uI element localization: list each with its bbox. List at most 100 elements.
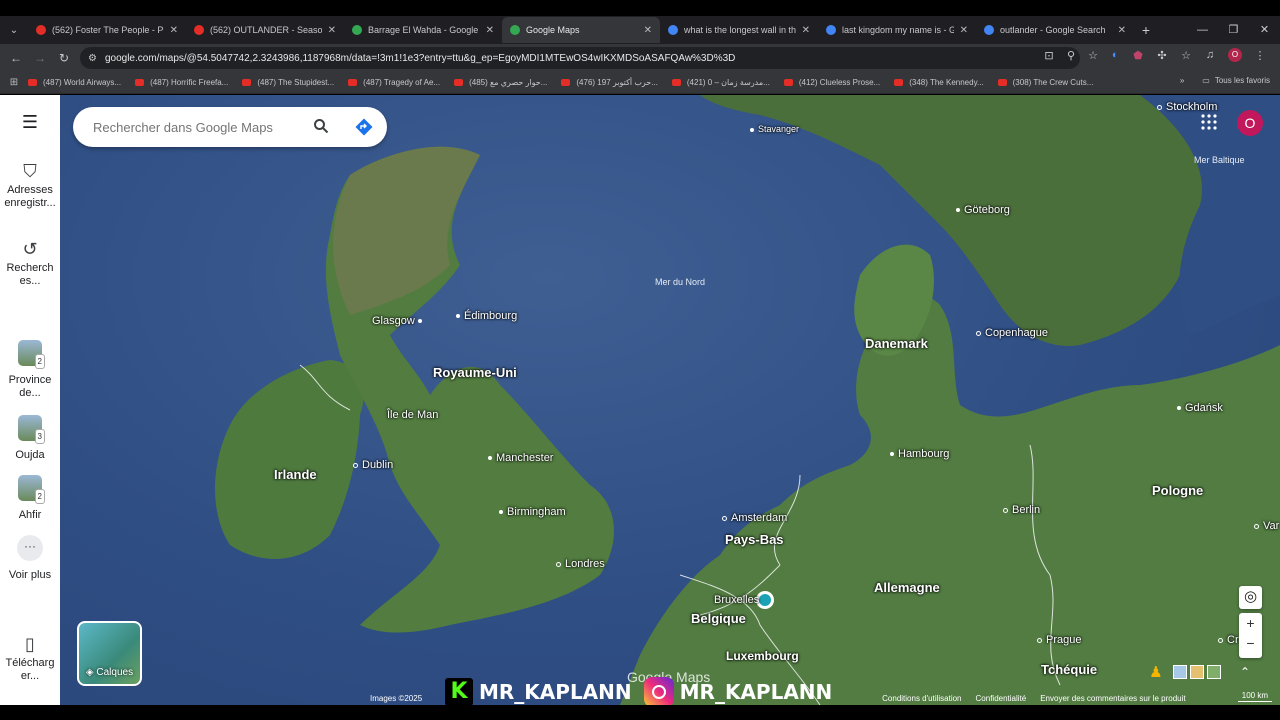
extension-icon[interactable]: ◖ — [1102, 49, 1126, 61]
forward-icon[interactable]: → — [28, 51, 52, 65]
map-label-goteborg[interactable]: Göteborg — [956, 204, 1010, 216]
close-icon[interactable]: ✕ — [644, 25, 652, 36]
back-icon[interactable]: ← — [4, 51, 28, 65]
shield-extension-icon[interactable]: ⬟ — [1126, 49, 1150, 62]
map-label-tcheque[interactable]: Tchéquie — [1041, 662, 1097, 677]
install-app-icon[interactable]: ⊡ — [1038, 49, 1060, 62]
close-icon[interactable]: ✕ — [802, 25, 810, 36]
tab-google-maps[interactable]: Google Maps ✕ — [502, 17, 660, 43]
map-label-berlin[interactable]: Berlin — [1003, 504, 1040, 516]
close-icon[interactable]: ✕ — [1118, 25, 1126, 36]
close-icon[interactable]: ✕ — [960, 25, 968, 36]
map-label-amsterdam[interactable]: Amsterdam — [722, 512, 787, 524]
my-location-icon[interactable]: ◎ — [1239, 586, 1262, 609]
map-label-cracovie[interactable]: Cr — [1218, 634, 1239, 646]
map-label-danemark[interactable]: Danemark — [865, 336, 928, 351]
tab-outlander-search[interactable]: outlander - Google Search ✕ — [976, 17, 1134, 43]
recent-place-ahfir[interactable]: 2 Ahfir — [0, 475, 60, 522]
tab-barrage-maps[interactable]: Barrage El Wahda - Google Ma ✕ — [344, 17, 502, 43]
puzzle-icon[interactable]: ✣ — [1150, 49, 1174, 62]
map-label-dublin[interactable]: Dublin — [353, 459, 393, 471]
tab-youtube-foster[interactable]: (562) Foster The People - Pump ✕ — [28, 17, 186, 43]
bookmark-item[interactable]: (487) The Stupidest... — [242, 78, 334, 87]
layers-button[interactable]: ◈ Calques — [77, 621, 142, 686]
bookmark-item[interactable]: (487) World Airways... — [28, 78, 121, 87]
account-avatar[interactable]: O — [1237, 110, 1263, 136]
tab-search-dropdown-icon[interactable]: ⌄ — [0, 16, 28, 44]
map-label-allemagne[interactable]: Allemagne — [874, 580, 940, 595]
expand-chevron-icon[interactable]: ⌃ — [1240, 665, 1250, 679]
apps-icon[interactable]: ⊞ — [0, 77, 28, 88]
map-label-copenhague[interactable]: Copenhague — [976, 327, 1048, 339]
tab-last-kingdom[interactable]: last kingdom my name is - Go ✕ — [818, 17, 976, 43]
scale-bar[interactable]: 100 km — [1237, 691, 1272, 702]
chevron-right-icon[interactable]: » — [1180, 76, 1184, 85]
profile-avatar[interactable]: O — [1228, 48, 1242, 62]
map-label-luxembourg[interactable]: Luxembourg — [726, 649, 799, 663]
bookmark-item[interactable]: (421) مدرسة زمان – 0... — [671, 78, 770, 87]
minimize-icon[interactable]: — — [1187, 16, 1218, 44]
bookmark-item[interactable]: (487) Tragedy of Ae... — [348, 78, 440, 87]
site-info-icon[interactable]: ⚙ — [88, 53, 97, 64]
media-icon[interactable]: ♫ — [1198, 49, 1222, 61]
map-label-gdansk[interactable]: Gdańsk — [1177, 402, 1223, 414]
layer-thumb[interactable] — [1190, 665, 1204, 679]
map-label-londres[interactable]: Londres — [556, 558, 605, 570]
new-tab-button[interactable]: + — [1134, 22, 1158, 38]
window-close-icon[interactable]: ✕ — [1249, 16, 1280, 44]
map-label-prague[interactable]: Prague — [1037, 634, 1081, 646]
terms-link[interactable]: Conditions d'utilisation — [882, 694, 961, 703]
map-label-stockholm[interactable]: Stockholm — [1157, 101, 1217, 113]
search-icon[interactable] — [313, 118, 329, 134]
map-label-varsovie[interactable]: Var — [1254, 520, 1279, 532]
close-icon[interactable]: ✕ — [486, 25, 494, 36]
menu-kebab-icon[interactable]: ⋮ — [1248, 49, 1272, 62]
saved-places-button[interactable]: ⛉ Adresses enregistr... — [0, 162, 60, 210]
google-apps-icon[interactable] — [1200, 113, 1218, 131]
map-label-royaume-uni[interactable]: Royaume-Uni — [433, 365, 517, 380]
menu-icon[interactable]: ☰ — [0, 113, 60, 131]
map-label-ile-de-man[interactable]: Île de Man — [387, 409, 438, 421]
all-bookmarks[interactable]: » ▭ Tous les favoris — [1180, 76, 1270, 85]
satellite-map[interactable]: Stockholm Stavanger Mer Baltique Götebor… — [60, 95, 1280, 705]
bookmark-item[interactable]: (476) حرب أكتوبر 197... — [561, 78, 658, 87]
bookmark-item[interactable]: (487) Horrific Freefa... — [135, 78, 228, 87]
map-label-belgique[interactable]: Belgique — [691, 611, 746, 626]
reload-icon[interactable]: ↻ — [52, 51, 76, 65]
recent-button[interactable]: ↺ Recherch es... — [0, 240, 60, 288]
recent-place-province[interactable]: 2 Province de... — [0, 340, 60, 400]
map-label-birmingham[interactable]: Birmingham — [499, 506, 566, 518]
map-label-edimbourg[interactable]: Édimbourg — [456, 310, 517, 322]
feedback-link[interactable]: Envoyer des commentaires sur le produit — [1040, 694, 1185, 703]
map-label-pologne[interactable]: Pologne — [1152, 483, 1203, 498]
close-icon[interactable]: ✕ — [328, 25, 336, 36]
map-label-irlande[interactable]: Irlande — [274, 467, 317, 482]
layer-thumb[interactable] — [1207, 665, 1221, 679]
zoom-out-button[interactable]: − — [1239, 633, 1262, 653]
bookmark-item[interactable]: (348) The Kennedy... — [894, 78, 984, 87]
map-label-hambourg[interactable]: Hambourg — [890, 448, 949, 460]
map-label-pays-bas[interactable]: Pays-Bas — [725, 532, 784, 547]
tab-longest-wall[interactable]: what is the longest wall in the ✕ — [660, 17, 818, 43]
map-label-stavanger[interactable]: Stavanger — [750, 124, 799, 134]
download-app-button[interactable]: ▯ Télécharg er... — [0, 635, 60, 683]
directions-icon[interactable] — [355, 118, 373, 136]
layer-thumb[interactable] — [1173, 665, 1187, 679]
zoom-icon[interactable]: ⚲ — [1060, 49, 1082, 62]
zoom-in-button[interactable]: + — [1239, 613, 1262, 633]
map-label-manchester[interactable]: Manchester — [488, 452, 553, 464]
bookmark-star-icon[interactable]: ☆ — [1082, 49, 1104, 62]
map-label-glasgow[interactable]: Glasgow — [372, 315, 426, 327]
url-text[interactable]: google.com/maps/@54.5047742,2.3243986,11… — [105, 53, 735, 64]
close-icon[interactable]: ✕ — [170, 25, 178, 36]
recent-place-oujda[interactable]: 3 Oujda — [0, 415, 60, 462]
bookmark-item[interactable]: (412) Clueless Prose... — [783, 78, 880, 87]
street-view-pegman-icon[interactable]: ♟ — [1147, 663, 1165, 685]
restore-icon[interactable]: ❐ — [1218, 16, 1249, 44]
search-input[interactable] — [93, 119, 303, 135]
address-bar[interactable]: ⚙ google.com/maps/@54.5047742,2.3243986,… — [80, 47, 1080, 69]
map-label-bruxelles[interactable]: Bruxelles — [714, 594, 759, 606]
favorites-icon[interactable]: ☆ — [1174, 49, 1198, 62]
bookmark-item[interactable]: (308) The Crew Cuts... — [997, 78, 1093, 87]
privacy-link[interactable]: Confidentialité — [976, 694, 1027, 703]
